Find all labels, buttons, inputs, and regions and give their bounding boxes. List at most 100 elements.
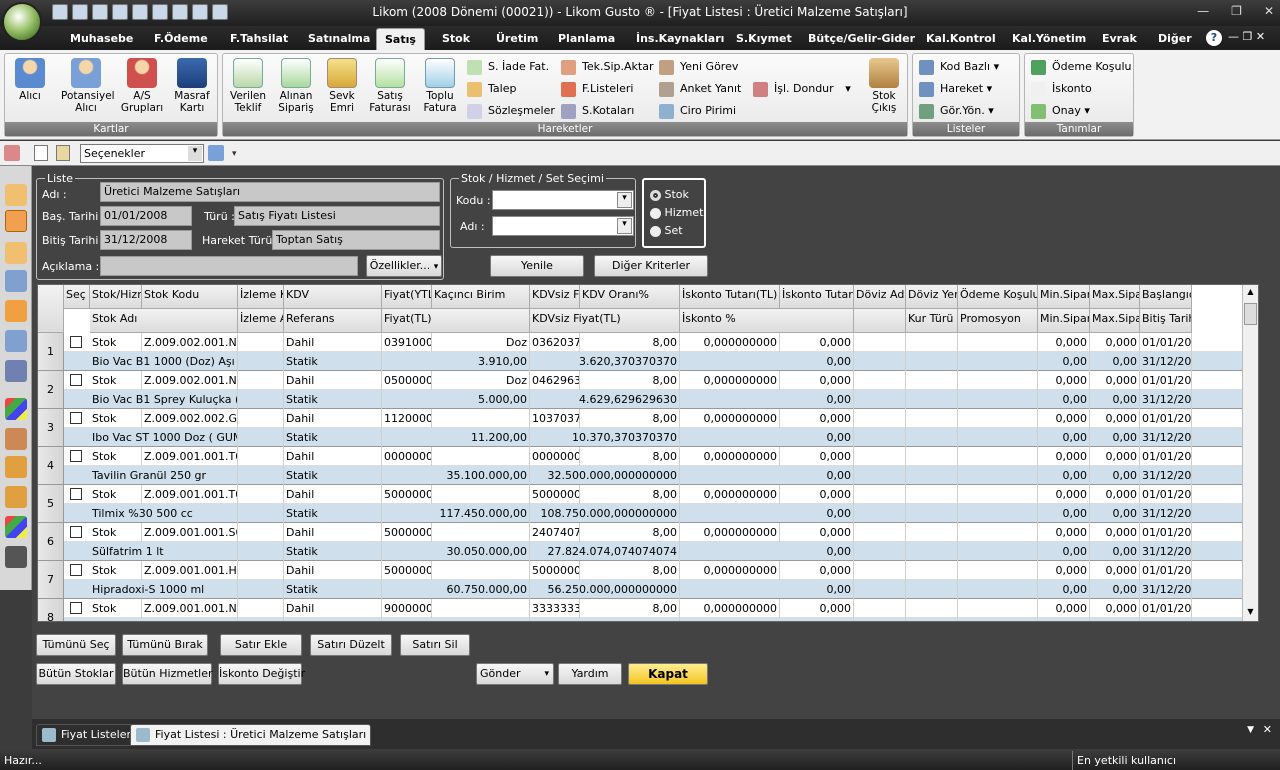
grid-cell[interactable]: 0,000000000	[680, 333, 780, 352]
grid-cell[interactable]: 0,000	[780, 409, 854, 428]
grid-cell[interactable]: 31/12/200	[1140, 542, 1192, 561]
tab-fiyat-listeleri[interactable]: Fiyat Listeleri	[36, 724, 140, 746]
grid-cell[interactable]: Statik	[284, 390, 382, 409]
grid-cell[interactable]: Bio Vac B1 1000 (Doz) Aşı	[90, 352, 238, 371]
close-icon[interactable]: ✕	[1264, 4, 1274, 18]
aciklama-field[interactable]	[100, 256, 358, 276]
column-header[interactable]: Seç	[64, 285, 90, 309]
row-number[interactable]: 6	[38, 523, 64, 561]
column-header[interactable]: Max.Sipa	[1090, 309, 1140, 333]
tumunu-sec-button[interactable]: Tümünü Seç	[36, 634, 116, 656]
grid-cell[interactable]: 03910000	[382, 333, 432, 352]
sevk-emri-button[interactable]: Sevk Emri	[319, 58, 365, 114]
grid-cell[interactable]: Dahil	[284, 523, 382, 542]
grid-cell[interactable]	[958, 371, 1038, 390]
column-header[interactable]: Kaçıncı Birim	[432, 285, 530, 309]
grid-cell[interactable]: 31/12/200	[1140, 352, 1192, 371]
grid-cell[interactable]: 0,000	[780, 485, 854, 504]
anket-yanit-button[interactable]: Anket Yanıt	[659, 80, 741, 98]
grid-cell[interactable]: 0,00	[1038, 504, 1090, 523]
scrollbar-thumb[interactable]	[1244, 303, 1257, 325]
grid-cell[interactable]: 0,00	[1090, 428, 1140, 447]
table-row[interactable]: 4StokZ.009.001.001.T000Dahil000000000000…	[38, 447, 1244, 485]
tab-kal-kontrol[interactable]: Kal.Kontrol	[918, 30, 1004, 47]
row-number[interactable]: 5	[38, 485, 64, 523]
grid-cell[interactable]: 0,00	[1038, 542, 1090, 561]
grid-cell[interactable]	[854, 485, 906, 504]
select-checkbox[interactable]	[70, 374, 82, 386]
select-checkbox[interactable]	[70, 564, 82, 576]
grid-cell[interactable]	[906, 580, 958, 599]
grid-cell[interactable]	[854, 466, 906, 485]
module-icon[interactable]	[5, 242, 27, 264]
grid-cell[interactable]	[906, 561, 958, 580]
masraf-karti-button[interactable]: Masraf Kartı	[169, 58, 215, 114]
grid-cell[interactable]	[238, 580, 284, 599]
grid-cell[interactable]: Tilmix %30 500 cc	[90, 504, 238, 523]
grid-cell[interactable]: 8,00	[580, 371, 680, 390]
grid-cell[interactable]: 31/12/200	[1140, 466, 1192, 485]
module-icon[interactable]	[5, 300, 27, 322]
grid-cell[interactable]: 3.620,370370370	[530, 352, 680, 371]
grid-cell[interactable]	[958, 466, 1038, 485]
column-header[interactable]: Promosyon	[958, 309, 1038, 333]
grid-cell[interactable]	[854, 409, 906, 428]
hareket-turu-field[interactable]: Toptan Satış	[272, 230, 440, 250]
grid-cell[interactable]	[906, 523, 958, 542]
grid-cell[interactable]: 8,00	[580, 485, 680, 504]
grid-cell[interactable]: Z.009.001.001.T000	[142, 485, 238, 504]
potansiyel-alici-button[interactable]: Potansiyel Alıcı	[61, 58, 115, 114]
grid-cell[interactable]	[1038, 618, 1090, 621]
grid-cell[interactable]	[854, 428, 906, 447]
grid-cell[interactable]: 0,00	[1038, 580, 1090, 599]
yardim-button[interactable]: Yardım	[558, 663, 622, 685]
module-icon[interactable]	[5, 210, 27, 232]
grid-cell[interactable]	[906, 371, 958, 390]
grid-cell[interactable]: Bio Vac B1 Sprey Kuluçka ( Y.I	[90, 390, 238, 409]
grid-cell[interactable]: 11.200,00	[382, 428, 530, 447]
grid-cell[interactable]: 05000000	[382, 371, 432, 390]
grid-cell[interactable]	[958, 523, 1038, 542]
module-icon[interactable]	[5, 546, 27, 568]
grid-cell[interactable]	[1090, 618, 1140, 621]
grid-cell[interactable]: 0,00	[1038, 390, 1090, 409]
column-header[interactable]: İskonto Tutarı(TL)	[680, 285, 780, 309]
grid-cell[interactable]: 0,00	[680, 542, 854, 561]
grid-cell[interactable]	[530, 618, 680, 621]
grid-cell[interactable]	[1140, 618, 1192, 621]
tab-satinalma[interactable]: Satınalma	[300, 30, 378, 47]
grid-cell[interactable]	[958, 561, 1038, 580]
radio-stok[interactable]: Stok	[650, 188, 689, 201]
grid-cell[interactable]	[854, 618, 906, 621]
grid-cell[interactable]: 0,000	[780, 561, 854, 580]
grid-cell[interactable]	[958, 504, 1038, 523]
column-header[interactable]: KDV Oranı%	[580, 285, 680, 309]
grid-cell[interactable]: 117.450.000,00	[382, 504, 530, 523]
module-icon[interactable]	[5, 330, 27, 352]
grid-cell[interactable]: Stok	[90, 561, 142, 580]
module-icon[interactable]	[5, 360, 27, 382]
paste-icon[interactable]	[56, 145, 70, 161]
options-apply-icon[interactable]	[208, 145, 224, 161]
grid-cell[interactable]	[854, 333, 906, 352]
scroll-down-icon[interactable]: ▼	[1245, 607, 1256, 619]
mdi-controls[interactable]: — ❐ ✕	[1228, 30, 1265, 43]
column-header[interactable]: Döviz Yer	[906, 285, 958, 309]
row-number[interactable]: 8	[38, 599, 64, 621]
grid-cell[interactable]	[906, 599, 958, 618]
grid-cell[interactable]	[90, 618, 238, 621]
grid-cell[interactable]: 35.100.000,00	[382, 466, 530, 485]
table-row[interactable]: 1StokZ.009.002.001.N000Dahil03910000Doz0…	[38, 333, 1244, 371]
row-number[interactable]: 3	[38, 409, 64, 447]
grid-cell[interactable]: 90000000	[382, 599, 432, 618]
bitis-tarihi-field[interactable]: 31/12/2008	[100, 230, 192, 250]
grid-cell[interactable]: 31/12/200	[1140, 390, 1192, 409]
grid-cell[interactable]	[238, 504, 284, 523]
tab-butce[interactable]: Bütçe/Gelir-Gider	[800, 30, 923, 47]
grid-cell[interactable]: 01/01/200	[1140, 409, 1192, 428]
module-icon[interactable]	[5, 428, 27, 450]
grid-cell[interactable]: Stok	[90, 523, 142, 542]
grid-cell[interactable]: Z.009.001.001.T000	[142, 447, 238, 466]
kodu-combo[interactable]: ▾	[492, 190, 634, 210]
grid-cell[interactable]: 0,000	[1090, 447, 1140, 466]
